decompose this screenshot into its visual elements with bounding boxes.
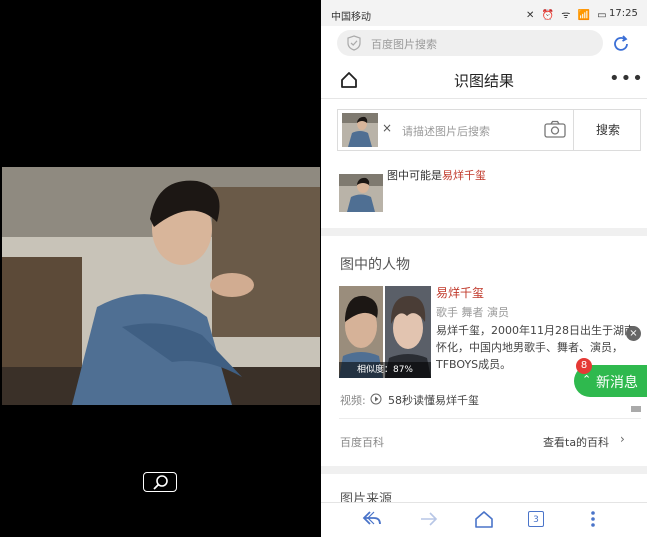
tabs-count-button[interactable]: 3 <box>528 511 544 527</box>
guess-name-link[interactable]: 易烊千玺 <box>442 169 486 182</box>
magnifier-icon <box>153 475 168 490</box>
play-icon[interactable] <box>370 393 382 405</box>
chevron-right-icon: › <box>620 432 625 446</box>
menu-dots-icon[interactable] <box>589 509 597 529</box>
person-name-link[interactable]: 易烊千玺 <box>436 284 484 301</box>
person-tags: 歌手 舞者 演员 <box>436 306 509 319</box>
back-icon[interactable] <box>361 509 383 529</box>
double-chevron-up-icon: ⌃ <box>582 373 592 386</box>
clock: 17:25 <box>609 8 638 19</box>
more-menu-icon[interactable]: ••• <box>609 68 644 89</box>
row-divider <box>339 418 641 419</box>
page-title: 识图结果 <box>453 72 514 90</box>
carrier-label: 中国移动 <box>331 12 371 23</box>
shield-icon <box>347 35 361 51</box>
guess-prefix-text: 图中可能是 <box>387 169 442 182</box>
video-label: 视频: <box>340 394 366 407</box>
person-section-title: 图中的人物 <box>340 257 410 273</box>
viewed-photo <box>2 167 320 405</box>
baike-source-label: 百度百科 <box>340 436 384 449</box>
search-button[interactable]: 搜索 <box>573 110 642 150</box>
image-search-bar: × 请描述图片后搜索 搜索 <box>337 109 641 151</box>
section-divider <box>321 228 647 236</box>
similarity-label: 相似度：87% <box>339 362 431 378</box>
video-link[interactable]: 58秒读懂易烊千玺 <box>388 392 479 408</box>
forward-icon[interactable] <box>418 509 440 529</box>
phone-screen: 中国移动 ✕ ⏰ ᯤ 📶 ▭ 17:25 百度图片搜索 识图结果 ••• × 请… <box>321 0 647 537</box>
refresh-icon[interactable] <box>611 34 631 54</box>
address-text: 百度图片搜索 <box>371 38 437 51</box>
query-thumbnail <box>342 113 378 147</box>
clear-thumbnail-icon[interactable]: × <box>382 121 392 135</box>
address-bar[interactable]: 百度图片搜索 <box>337 30 603 56</box>
page-header: 识图结果 ••• <box>321 64 647 99</box>
close-float-icon[interactable]: × <box>626 326 641 341</box>
camera-icon[interactable] <box>544 120 566 138</box>
baike-link[interactable]: 查看ta的百科 <box>543 434 609 450</box>
bottom-nav-bar: 3 <box>321 502 647 537</box>
image-viewer <box>0 0 321 537</box>
mini-handle <box>631 406 641 412</box>
status-bar: 中国移动 ✕ ⏰ ᯤ 📶 ▭ 17:25 <box>321 0 647 26</box>
describe-search-input[interactable]: 请描述图片后搜索 <box>402 123 490 139</box>
guess-result: 图中可能是易烊千玺 <box>387 167 486 183</box>
new-message-count-badge: 8 <box>576 358 592 374</box>
status-icons: ✕ ⏰ ᯤ 📶 ▭ <box>526 10 609 21</box>
new-message-label: 新消息 <box>596 375 638 391</box>
home-nav-icon[interactable] <box>473 509 495 529</box>
image-search-lens-button[interactable] <box>143 472 177 492</box>
guess-thumbnail[interactable] <box>339 174 383 212</box>
section-divider <box>321 466 647 474</box>
